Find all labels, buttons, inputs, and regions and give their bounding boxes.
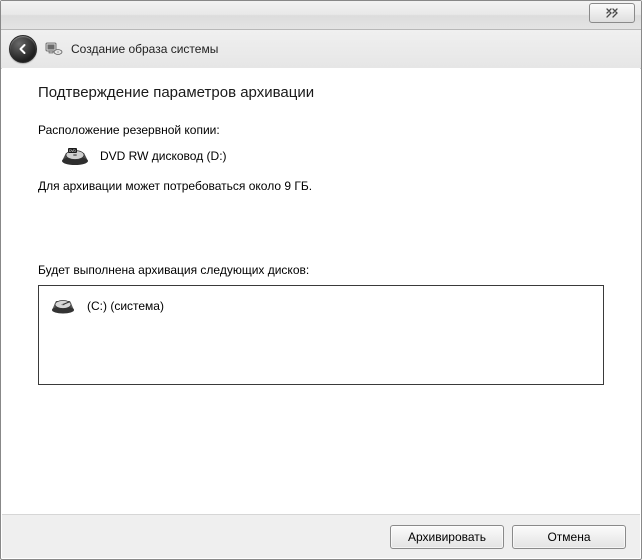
page-heading: Подтверждение параметров архивации — [38, 84, 604, 101]
back-button[interactable] — [9, 35, 37, 63]
backup-destination: DVD RW дисковод (D:) — [100, 149, 227, 163]
backup-destination-row: DVD DVD RW дисковод (D:) — [38, 145, 604, 167]
archive-button[interactable]: Архивировать — [390, 525, 504, 549]
wizard-header: Создание образа системы — [1, 30, 641, 69]
titlebar — [1, 1, 641, 30]
disks-list-label: Будет выполнена архивация следующих диск… — [38, 263, 604, 277]
svg-text:DVD: DVD — [69, 149, 76, 153]
content-area: Подтверждение параметров архивации Распо… — [2, 68, 640, 513]
cancel-button[interactable]: Отмена — [512, 525, 626, 549]
disk-label: (C:) (система) — [87, 299, 164, 313]
wizard-window: Создание образа системы Подтверждение па… — [0, 0, 642, 560]
list-item: (C:) (система) — [49, 296, 593, 316]
backup-size-note: Для архивации может потребоваться около … — [38, 179, 604, 193]
system-image-icon — [45, 40, 63, 58]
close-button[interactable] — [589, 3, 635, 23]
hard-drive-icon — [49, 296, 77, 316]
disks-list: (C:) (система) — [38, 285, 604, 385]
backup-location-label: Расположение резервной копии: — [38, 123, 604, 137]
dvd-drive-icon: DVD — [60, 145, 90, 167]
wizard-title: Создание образа системы — [71, 42, 218, 56]
footer: Архивировать Отмена — [2, 514, 640, 558]
